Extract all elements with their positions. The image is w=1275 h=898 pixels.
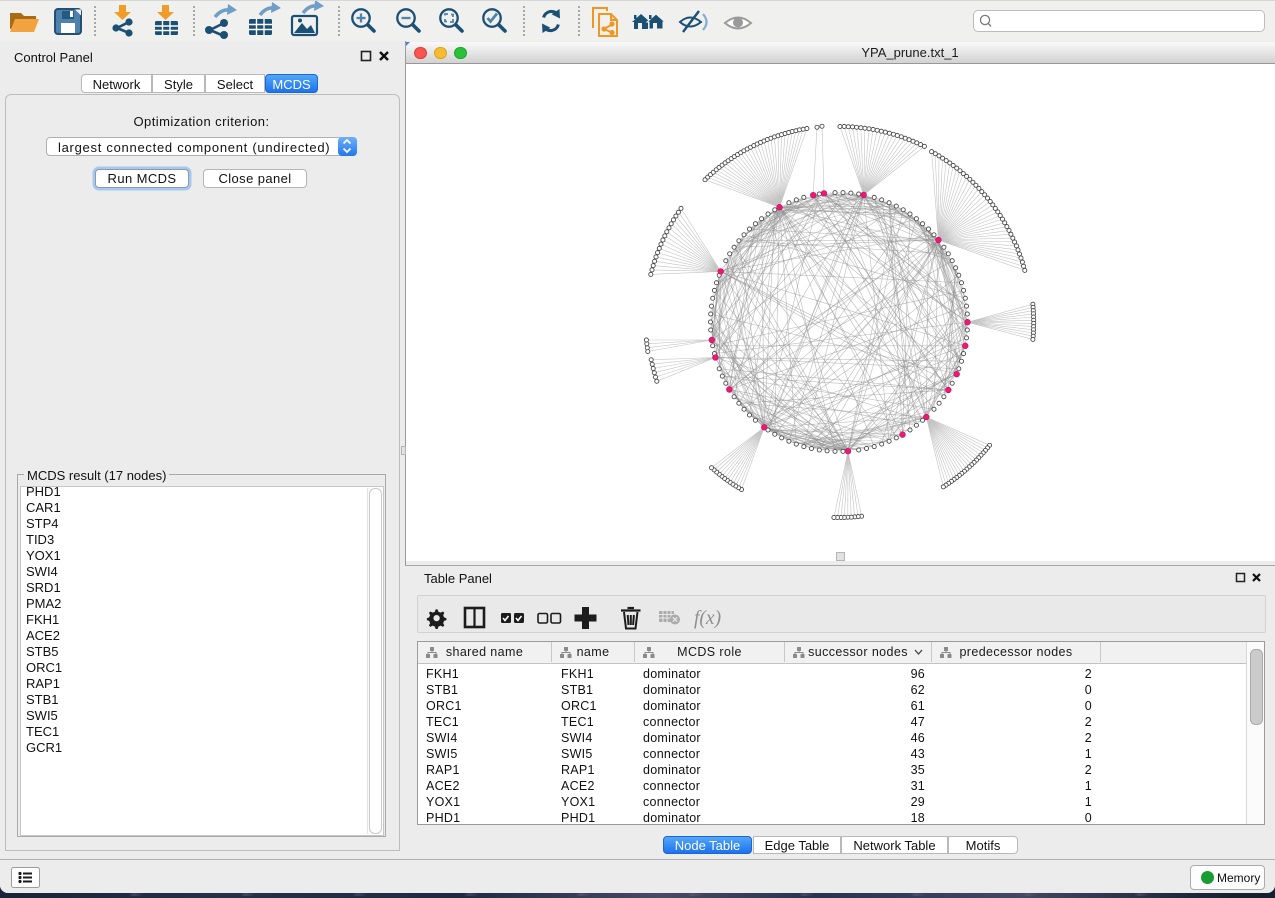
svg-text:f(x): f(x): [694, 608, 721, 629]
